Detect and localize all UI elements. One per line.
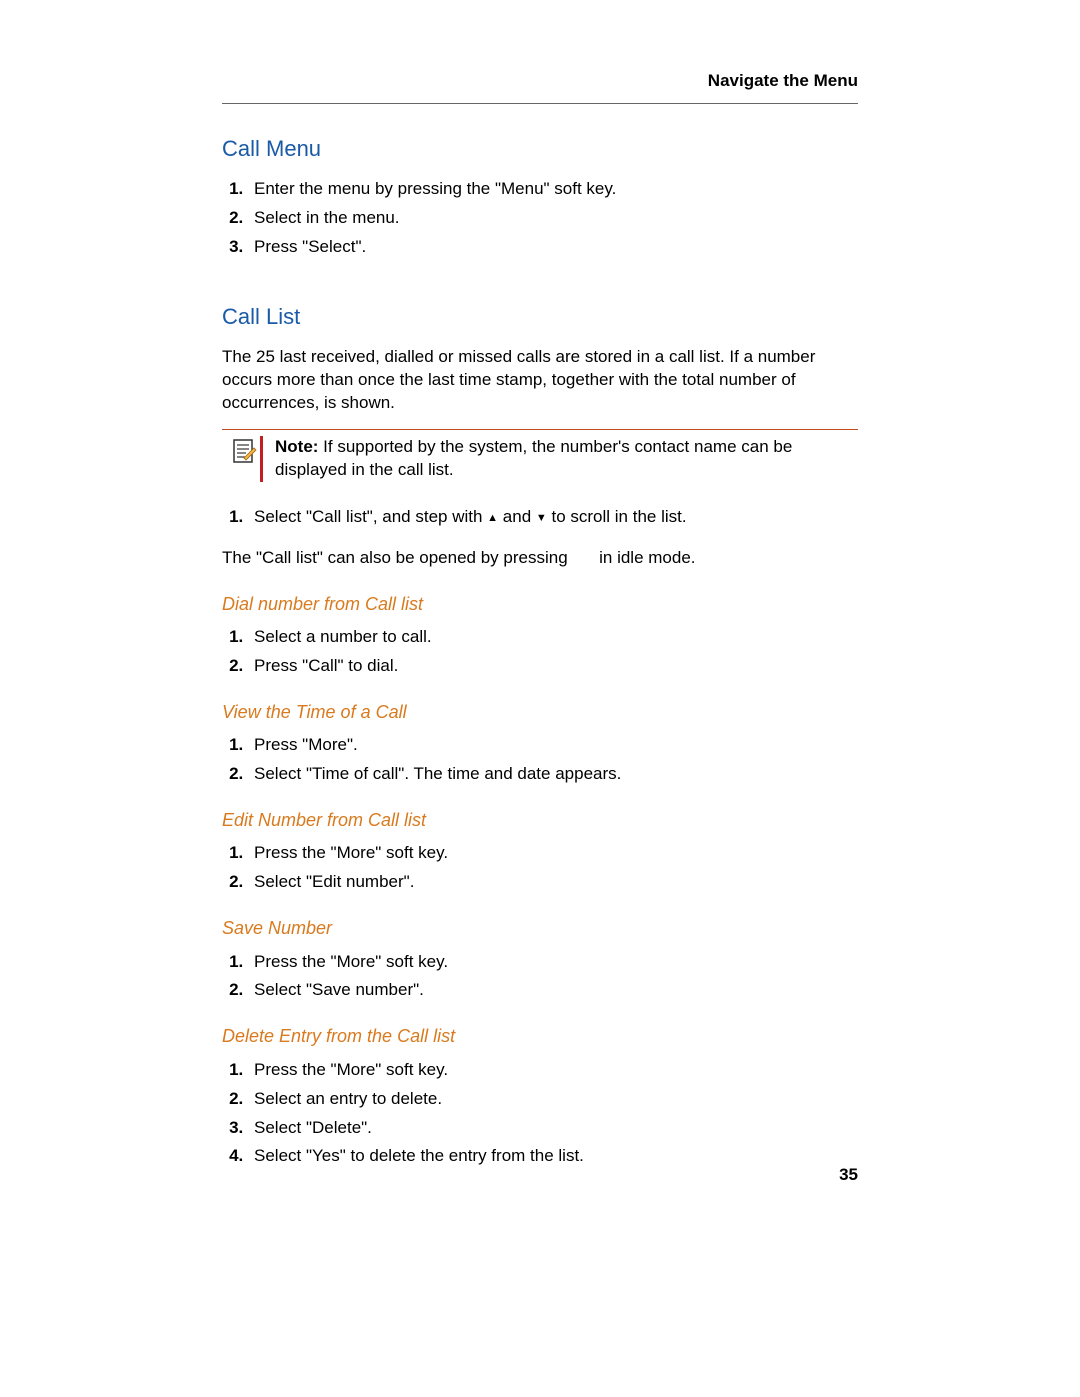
note-text: Note: If supported by the system, the nu…	[271, 436, 858, 482]
list-item: Select "Time of call". The time and date…	[248, 763, 858, 786]
list-item: Select "Save number".	[248, 979, 858, 1002]
step-text: Press "More".	[254, 735, 358, 754]
triangle-up-icon: ▲	[487, 511, 498, 526]
note-accent-bar	[260, 436, 263, 482]
step-text-post: to scroll in the list.	[547, 507, 687, 526]
step-text: Select "Delete".	[254, 1118, 372, 1137]
idle-post: in idle mode.	[594, 548, 695, 567]
list-item: Press "Select".	[248, 236, 858, 259]
heading-view-time: View the Time of a Call	[222, 700, 858, 724]
list-item: Press the "More" soft key.	[248, 1059, 858, 1082]
list-item: Press "More".	[248, 734, 858, 757]
heading-call-list: Call List	[222, 302, 858, 332]
step-text: Press the "More" soft key.	[254, 843, 448, 862]
list-item: Select in the menu.	[248, 207, 858, 230]
list-item: Select a number to call.	[248, 626, 858, 649]
step-text: Press the "More" soft key.	[254, 1060, 448, 1079]
triangle-down-icon: ▼	[536, 511, 547, 526]
list-item: Press the "More" soft key.	[248, 842, 858, 865]
list-item: Select an entry to delete.	[248, 1088, 858, 1111]
step-text: Select in the menu.	[254, 208, 400, 227]
list-item: Enter the menu by pressing the "Menu" so…	[248, 178, 858, 201]
step-text: Select "Edit number".	[254, 872, 414, 891]
save-number-steps: Press the "More" soft key. Select "Save …	[222, 951, 858, 1003]
note-body: If supported by the system, the number's…	[275, 437, 792, 479]
heading-save-number: Save Number	[222, 916, 858, 940]
idle-pre: The "Call list" can also be opened by pr…	[222, 548, 572, 567]
list-item: Select "Delete".	[248, 1117, 858, 1140]
content: Call Menu Enter the menu by pressing the…	[0, 104, 1080, 1168]
heading-call-menu: Call Menu	[222, 134, 858, 164]
edit-number-steps: Press the "More" soft key. Select "Edit …	[222, 842, 858, 894]
note-label: Note:	[275, 437, 318, 456]
call-list-steps: Select "Call list", and step with ▲ and …	[222, 506, 858, 529]
delete-entry-steps: Press the "More" soft key. Select an ent…	[222, 1059, 858, 1169]
page-number: 35	[839, 1164, 858, 1187]
call-menu-steps: Enter the menu by pressing the "Menu" so…	[222, 178, 858, 259]
call-list-intro: The 25 last received, dialled or missed …	[222, 346, 858, 415]
idle-mode-text: The "Call list" can also be opened by pr…	[222, 547, 858, 570]
header-title: Navigate the Menu	[222, 70, 858, 93]
note-icon	[232, 438, 258, 471]
dial-number-steps: Select a number to call. Press "Call" to…	[222, 626, 858, 678]
step-text-pre: Select "Call list", and step with	[254, 507, 487, 526]
page: Navigate the Menu Call Menu Enter the me…	[0, 0, 1080, 1397]
view-time-steps: Press "More". Select "Time of call". The…	[222, 734, 858, 786]
step-text: Select "Time of call". The time and date…	[254, 764, 621, 783]
heading-dial-number: Dial number from Call list	[222, 592, 858, 616]
list-item: Select "Edit number".	[248, 871, 858, 894]
step-text: Press "Select".	[254, 237, 366, 256]
list-item: Press the "More" soft key.	[248, 951, 858, 974]
step-text: Press "Call" to dial.	[254, 656, 398, 675]
step-text-mid: and	[498, 507, 536, 526]
list-item: Select "Call list", and step with ▲ and …	[248, 506, 858, 529]
step-text: Press the "More" soft key.	[254, 952, 448, 971]
step-text: Enter the menu by pressing the "Menu" so…	[254, 179, 616, 198]
heading-edit-number: Edit Number from Call list	[222, 808, 858, 832]
note-box: Note: If supported by the system, the nu…	[222, 430, 858, 488]
step-text: Select "Yes" to delete the entry from th…	[254, 1146, 584, 1165]
step-text: Select a number to call.	[254, 627, 432, 646]
list-item: Press "Call" to dial.	[248, 655, 858, 678]
heading-delete-entry: Delete Entry from the Call list	[222, 1024, 858, 1048]
step-text: Select an entry to delete.	[254, 1089, 442, 1108]
step-text: Select "Save number".	[254, 980, 424, 999]
page-header: Navigate the Menu	[0, 70, 1080, 104]
list-item: Select "Yes" to delete the entry from th…	[248, 1145, 858, 1168]
